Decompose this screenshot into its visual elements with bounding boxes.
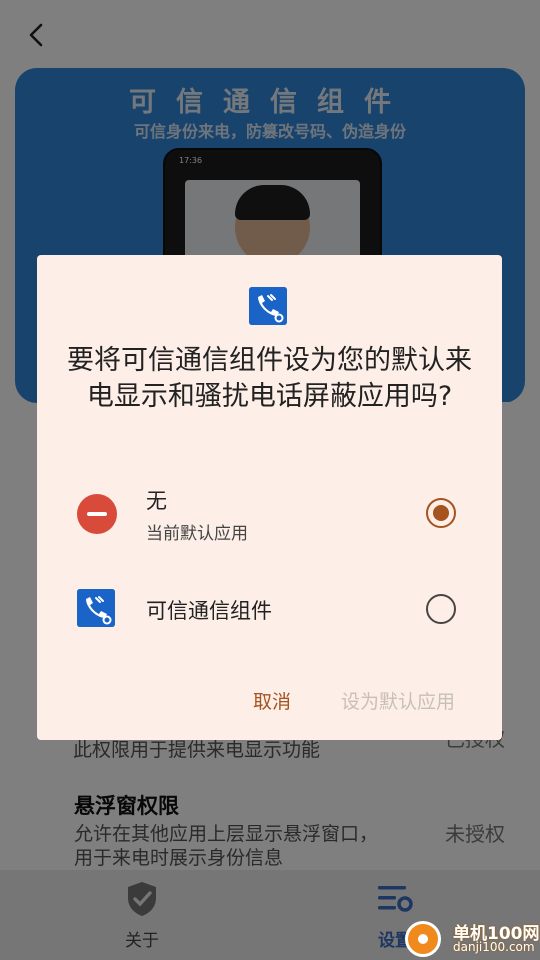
watermark-logo-icon bbox=[405, 921, 441, 957]
dialog-question: 要将可信通信组件设为您的默认来电显示和骚扰电话屏蔽应用吗? bbox=[67, 345, 472, 412]
radio-selected[interactable] bbox=[426, 498, 456, 528]
trusted-call-app-icon bbox=[249, 287, 287, 325]
cancel-button[interactable]: 取消 bbox=[253, 687, 291, 714]
set-default-button[interactable]: 设为默认应用 bbox=[341, 687, 455, 714]
option-subtitle: 当前默认应用 bbox=[146, 524, 248, 544]
watermark-url: danji100.com bbox=[453, 940, 535, 954]
none-icon bbox=[77, 494, 117, 534]
watermark: 单机100网 danji100.com bbox=[405, 917, 540, 960]
default-app-dialog: 要将可信通信组件设为您的默认来电显示和骚扰电话屏蔽应用吗? 无 当前默认应用 可… bbox=[37, 255, 502, 740]
option-title: 可信通信组件 bbox=[146, 599, 272, 623]
option-title: 无 bbox=[146, 489, 167, 513]
radio-unselected[interactable] bbox=[426, 594, 456, 624]
trusted-call-app-icon bbox=[77, 589, 115, 627]
